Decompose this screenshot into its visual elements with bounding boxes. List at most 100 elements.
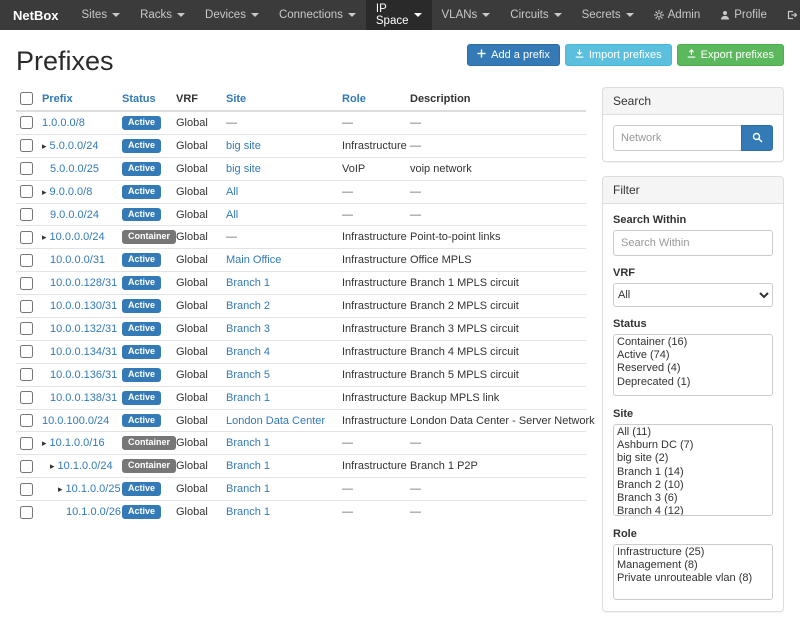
site-link[interactable]: big site <box>226 163 261 175</box>
prefix-link[interactable]: 1.0.0.0/8 <box>42 117 85 129</box>
nav-sites[interactable]: Sites <box>72 0 131 30</box>
site-link[interactable]: Branch 2 <box>226 300 270 312</box>
row-checkbox[interactable] <box>20 139 33 152</box>
site-link[interactable]: Branch 1 <box>226 437 270 449</box>
row-checkbox[interactable] <box>20 460 33 473</box>
prefix-link[interactable]: 10.1.0.0/26 <box>66 506 121 518</box>
role-value: Infrastructure <box>342 254 407 266</box>
nav-menu-label: Racks <box>140 9 172 21</box>
nav-racks[interactable]: Racks <box>130 0 195 30</box>
prefix-link[interactable]: 5.0.0.0/25 <box>50 163 99 175</box>
column-header-site[interactable]: Site <box>222 87 338 111</box>
import-prefixes-button[interactable]: Import prefixes <box>565 44 672 66</box>
row-checkbox[interactable] <box>20 185 33 198</box>
prefix-link[interactable]: 10.0.0.128/31 <box>50 277 117 289</box>
nav-circuits[interactable]: Circuits <box>500 0 571 30</box>
role-select[interactable]: Infrastructure (25)Management (8)Private… <box>613 544 773 600</box>
row-checkbox[interactable] <box>20 483 33 496</box>
row-checkbox[interactable] <box>20 116 33 129</box>
row-checkbox[interactable] <box>20 437 33 450</box>
site-link[interactable]: Branch 3 <box>226 323 270 335</box>
vrf-select[interactable]: All <box>613 283 773 307</box>
empty-value: — <box>410 140 421 152</box>
add-prefix-button[interactable]: Add a prefix <box>467 44 560 66</box>
empty-value: — <box>342 117 353 129</box>
prefix-link[interactable]: 10.0.0.134/31 <box>50 346 117 358</box>
table-row: 10.0.0.134/31ActiveGlobalBranch 4Infrast… <box>16 340 586 363</box>
prefix-link[interactable]: 9.0.0.0/24 <box>50 209 99 221</box>
row-checkbox[interactable] <box>20 368 33 381</box>
expand-icon[interactable]: ▸ <box>42 187 47 197</box>
select-all-checkbox[interactable] <box>20 92 33 105</box>
prefix-link[interactable]: 10.1.0.0/16 <box>50 437 105 449</box>
export-prefixes-button[interactable]: Export prefixes <box>677 44 784 66</box>
row-checkbox[interactable] <box>20 162 33 175</box>
search-input[interactable] <box>613 125 741 151</box>
row-checkbox[interactable] <box>20 277 33 290</box>
expand-icon[interactable]: ▸ <box>42 438 47 448</box>
prefix-link[interactable]: 10.1.0.0/24 <box>58 460 113 472</box>
prefix-link[interactable]: 10.0.0.0/24 <box>50 231 105 243</box>
nav-admin[interactable]: Admin <box>644 0 711 30</box>
prefix-link[interactable]: 10.0.100.0/24 <box>42 415 109 427</box>
expand-icon[interactable]: ▸ <box>58 484 63 494</box>
site-link[interactable]: Main Office <box>226 254 281 266</box>
site-link[interactable]: Branch 1 <box>226 506 270 518</box>
brand[interactable]: NetBox <box>0 0 72 30</box>
nav-connections[interactable]: Connections <box>269 0 366 30</box>
column-header-status[interactable]: Status <box>118 87 172 111</box>
row-checkbox[interactable] <box>20 345 33 358</box>
site-link[interactable]: Branch 1 <box>226 460 270 472</box>
row-checkbox[interactable] <box>20 300 33 313</box>
expand-icon[interactable]: ▸ <box>50 461 55 471</box>
nav-logout[interactable]: Log out <box>777 0 800 30</box>
status-select[interactable]: Container (16)Active (74)Reserved (4)Dep… <box>613 334 773 396</box>
prefix-link[interactable]: 10.1.0.0/25 <box>66 483 121 495</box>
row-checkbox[interactable] <box>20 414 33 427</box>
site-link[interactable]: Branch 4 <box>226 346 270 358</box>
nav-devices[interactable]: Devices <box>195 0 269 30</box>
nav-profile[interactable]: Profile <box>710 0 777 30</box>
site-link[interactable]: All <box>226 186 238 198</box>
expand-icon[interactable]: ▸ <box>42 141 47 151</box>
status-badge: Container <box>122 459 176 473</box>
prefix-link[interactable]: 10.0.0.0/31 <box>50 254 105 266</box>
row-checkbox[interactable] <box>20 254 33 267</box>
site-link[interactable]: Branch 1 <box>226 277 270 289</box>
expand-icon[interactable]: ▸ <box>42 232 47 242</box>
site-link[interactable]: Branch 1 <box>226 392 270 404</box>
site-link[interactable]: Branch 5 <box>226 369 270 381</box>
role-value: Infrastructure <box>342 460 407 472</box>
vrf-value: Global <box>176 506 208 518</box>
row-checkbox[interactable] <box>20 322 33 335</box>
row-checkbox[interactable] <box>20 391 33 404</box>
status-label: Status <box>613 318 773 330</box>
prefix-link[interactable]: 10.0.0.138/31 <box>50 392 117 404</box>
site-link[interactable]: Branch 1 <box>226 483 270 495</box>
column-header-role[interactable]: Role <box>338 87 406 111</box>
prefix-link[interactable]: 9.0.0.0/8 <box>50 186 93 198</box>
nav-vlans[interactable]: VLANs <box>432 0 501 30</box>
nav-secrets[interactable]: Secrets <box>572 0 644 30</box>
row-checkbox[interactable] <box>20 208 33 221</box>
row-checkbox[interactable] <box>20 506 33 519</box>
nav-ip-space[interactable]: IP Space <box>366 0 432 30</box>
row-checkbox[interactable] <box>20 231 33 244</box>
search-button[interactable] <box>741 125 773 151</box>
site-select[interactable]: All (11)Ashburn DC (7)big site (2)Branch… <box>613 424 773 516</box>
prefix-link[interactable]: 10.0.0.136/31 <box>50 369 117 381</box>
prefix-link[interactable]: 10.0.0.130/31 <box>50 300 117 312</box>
site-link[interactable]: London Data Center <box>226 415 325 427</box>
prefix-link[interactable]: 5.0.0.0/24 <box>50 140 99 152</box>
navbar: NetBox Sites Racks DevicesConnectionsIP Sp… <box>0 0 800 30</box>
role-value: Infrastructure <box>342 277 407 289</box>
prefix-link[interactable]: 10.0.0.132/31 <box>50 323 117 335</box>
nav-menu-label: Sites <box>82 9 108 21</box>
search-within-input[interactable] <box>613 230 773 256</box>
table-row: 10.0.0.132/31ActiveGlobalBranch 3Infrast… <box>16 318 586 341</box>
column-header-prefix[interactable]: Prefix <box>38 87 118 111</box>
site-link[interactable]: big site <box>226 140 261 152</box>
site-link[interactable]: All <box>226 209 238 221</box>
table-row: ▸10.1.0.0/16ContainerGlobalBranch 1—— <box>16 432 586 455</box>
prefix-table-body: 1.0.0.0/8ActiveGlobal———▸5.0.0.0/24Activ… <box>16 111 586 523</box>
